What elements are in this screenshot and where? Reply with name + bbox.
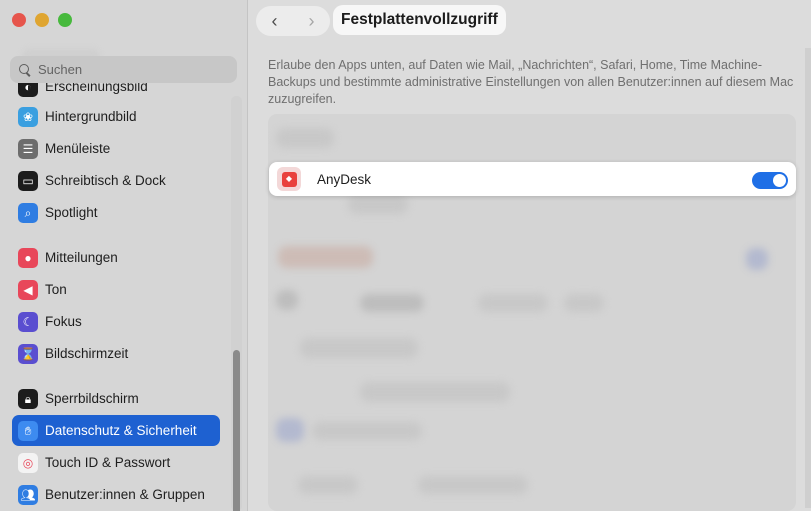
sidebar-item-spotlight[interactable]: ⌕ Spotlight: [12, 197, 220, 228]
blurred-row: [360, 382, 510, 402]
blurred-row: [564, 294, 604, 312]
page-title: Festplattenvollzugriff: [333, 5, 506, 35]
search-placeholder: Suchen: [38, 62, 83, 77]
page-description: Erlaube den Apps unten, auf Daten wie Ma…: [268, 58, 794, 106]
back-button[interactable]: ‹: [256, 6, 293, 36]
blurred-row: [418, 476, 528, 494]
sidebar-item-focus[interactable]: ☾ Fokus: [12, 306, 220, 337]
sidebar-item-privacy-security[interactable]: ✋︎ Datenschutz & Sicherheit: [12, 415, 220, 446]
sound-icon: ◀: [18, 279, 38, 300]
blurred-row: [300, 338, 418, 358]
navigation-buttons: ‹ ›: [256, 6, 330, 36]
screentime-icon: ⌛: [18, 343, 38, 364]
sidebar-item-sound[interactable]: ◀ Ton: [12, 274, 220, 305]
blurred-row: [348, 194, 408, 214]
blurred-row: [478, 294, 548, 312]
sidebar-item-touchid-password[interactable]: ◎ Touch ID & Passwort: [12, 447, 220, 478]
blurred-row: [746, 248, 768, 270]
dock-icon: ▭: [18, 170, 38, 191]
toolbar: ‹ › Festplattenvollzugriff: [248, 0, 811, 42]
spotlight-icon: ⌕: [18, 202, 38, 223]
toggle-knob: [773, 174, 786, 187]
users-icon: 👥︎: [18, 484, 38, 505]
sidebar-item-notifications[interactable]: ● Mitteilungen: [12, 242, 220, 273]
close-button[interactable]: [12, 13, 26, 27]
privacy-hand-icon: ✋︎: [18, 420, 38, 441]
sidebar-item-menubar[interactable]: ☰ Menüleiste: [12, 133, 220, 164]
fingerprint-icon: ◎: [18, 452, 38, 473]
sidebar-item-lockscreen[interactable]: 🔒︎ Sperrbildschirm: [12, 383, 220, 414]
lock-icon: 🔒︎: [18, 388, 38, 409]
settings-window: ◐ Erscheinungsbild ❀ Hintergrundbild ☰ M…: [0, 0, 811, 511]
full-disk-access-toggle[interactable]: [752, 172, 788, 189]
chevron-right-icon: ›: [308, 10, 315, 31]
blurred-row: [278, 246, 373, 268]
focus-icon: ☾: [18, 311, 38, 332]
blurred-row: [298, 476, 358, 494]
sidebar-item-screentime[interactable]: ⌛ Bildschirmzeit: [12, 338, 220, 369]
search-field[interactable]: Suchen: [10, 56, 237, 83]
sidebar-scrollbar-thumb[interactable]: [233, 350, 240, 511]
menubar-icon: ☰: [18, 138, 38, 159]
blurred-row: [312, 422, 422, 440]
zoom-button[interactable]: [58, 13, 72, 27]
forward-button[interactable]: ›: [293, 6, 330, 36]
blurred-row: [276, 418, 304, 442]
blurred-row: [276, 290, 298, 310]
notifications-icon: ●: [18, 247, 38, 268]
blurred-row: [360, 294, 424, 312]
sidebar-item-wallpaper[interactable]: ❀ Hintergrundbild: [12, 101, 220, 132]
sidebar-item-users-groups[interactable]: 👥︎ Benutzer:innen & Gruppen: [12, 479, 220, 510]
blurred-row: [276, 128, 334, 148]
app-row-anydesk[interactable]: ◆ AnyDesk: [269, 162, 796, 196]
sidebar-item-desktop-dock[interactable]: ▭ Schreibtisch & Dock: [12, 165, 220, 196]
minimize-button[interactable]: [35, 13, 49, 27]
chevron-left-icon: ‹: [271, 10, 278, 31]
search-icon: [16, 61, 34, 79]
anydesk-icon: ◆: [277, 167, 301, 191]
app-name: AnyDesk: [317, 171, 372, 187]
sidebar: ◐ Erscheinungsbild ❀ Hintergrundbild ☰ M…: [0, 0, 248, 511]
wallpaper-icon: ❀: [18, 106, 38, 127]
main-content: Erlaube den Apps unten, auf Daten wie Ma…: [248, 42, 811, 511]
content-scrollbar[interactable]: [805, 48, 811, 508]
